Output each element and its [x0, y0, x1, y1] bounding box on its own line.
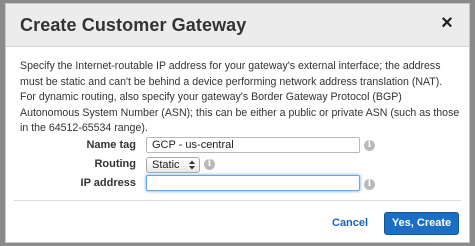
dialog-header: Create Customer Gateway ×: [6, 4, 469, 47]
ip-address-label: IP address: [80, 177, 136, 189]
dialog-title: Create Customer Gateway: [20, 15, 247, 35]
routing-label: Routing: [94, 158, 136, 170]
yes-create-button[interactable]: Yes, Create: [384, 212, 459, 235]
cancel-button[interactable]: Cancel: [332, 217, 368, 229]
routing-select[interactable]: Static: [146, 157, 200, 173]
ip-address-row: IP address i: [6, 174, 471, 194]
routing-row: Routing Static i: [6, 155, 471, 175]
info-icon[interactable]: i: [364, 140, 375, 151]
close-icon[interactable]: ×: [439, 13, 455, 33]
create-customer-gateway-dialog: Create Customer Gateway × Specify the In…: [5, 3, 470, 243]
dialog-description: Specify the Internet-routable IP address…: [20, 60, 460, 135]
footer-divider: [14, 200, 461, 201]
info-icon[interactable]: i: [204, 159, 215, 170]
info-icon[interactable]: i: [364, 179, 375, 190]
ip-address-input[interactable]: [146, 175, 360, 191]
name-tag-row: Name tag i: [6, 136, 471, 156]
name-tag-input[interactable]: [146, 137, 360, 153]
name-tag-label: Name tag: [86, 139, 136, 151]
select-arrows-icon: [189, 160, 195, 170]
routing-selected-value: Static: [152, 159, 180, 171]
